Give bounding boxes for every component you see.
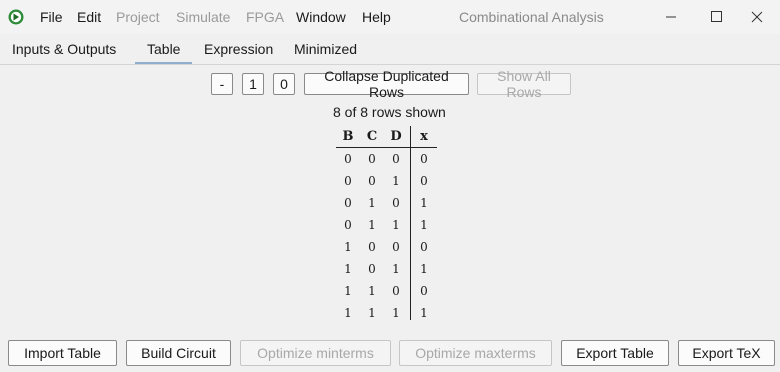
- output-value-cell[interactable]: 0: [414, 240, 434, 254]
- output-value-cell[interactable]: 1: [414, 262, 434, 276]
- input-value-cell: 0: [392, 196, 400, 210]
- input-value-cell: 1: [392, 262, 400, 276]
- input-value-cell: 0: [344, 218, 352, 232]
- set-one-button[interactable]: 1: [242, 73, 264, 95]
- input-value-cell: 1: [368, 196, 376, 210]
- input-value-cell: 1: [344, 306, 352, 320]
- truth-table: B C D x 00000010010101111000101111001111: [334, 126, 438, 320]
- input-value-cell: 1: [344, 262, 352, 276]
- menu-window[interactable]: Window: [296, 9, 346, 25]
- show-all-rows-button[interactable]: Show All Rows: [477, 68, 571, 100]
- input-value-cell: 0: [392, 240, 400, 254]
- input-value-cell: 0: [392, 284, 400, 298]
- build-circuit-button[interactable]: Build Circuit: [126, 340, 231, 366]
- output-value-cell[interactable]: 0: [414, 174, 434, 188]
- output-header-x: x: [420, 129, 428, 144]
- input-output-divider: [410, 126, 411, 320]
- input-value-cell: 0: [392, 152, 400, 166]
- selected-tab-indicator: [135, 62, 192, 64]
- output-value-cell[interactable]: 0: [414, 152, 434, 166]
- maximize-icon[interactable]: [701, 6, 731, 28]
- export-table-button[interactable]: Export Table: [561, 340, 669, 366]
- input-value-cell: 1: [392, 174, 400, 188]
- input-value-cell: 0: [344, 152, 352, 166]
- input-value-cell: 1: [344, 284, 352, 298]
- minimize-icon[interactable]: [656, 6, 686, 28]
- input-value-cell: 1: [392, 306, 400, 320]
- optimize-minterms-button[interactable]: Optimize minterms: [240, 340, 391, 366]
- tab-table[interactable]: Table: [147, 41, 180, 57]
- output-value-cell[interactable]: 1: [414, 218, 434, 232]
- input-header-d: D: [390, 129, 402, 144]
- title-bar: File Edit Project Simulate FPGA Window H…: [0, 0, 780, 34]
- window-title: Combinational Analysis: [459, 9, 604, 25]
- header-divider: [336, 147, 437, 148]
- tab-expression[interactable]: Expression: [204, 41, 273, 57]
- output-value-cell[interactable]: 0: [414, 284, 434, 298]
- input-value-cell: 0: [368, 240, 376, 254]
- menu-fpga[interactable]: FPGA: [246, 9, 284, 25]
- collapse-duplicated-rows-button[interactable]: Collapse Duplicated Rows: [304, 68, 469, 100]
- tab-inputs-outputs[interactable]: Inputs & Outputs: [12, 41, 116, 57]
- tab-bar: Inputs & Outputs Table Expression Minimi…: [0, 34, 780, 65]
- menu-project[interactable]: Project: [116, 9, 160, 25]
- input-value-cell: 0: [368, 262, 376, 276]
- output-value-cell[interactable]: 1: [414, 196, 434, 210]
- input-value-cell: 1: [392, 218, 400, 232]
- export-tex-button[interactable]: Export TeX: [678, 340, 775, 366]
- menu-simulate[interactable]: Simulate: [176, 9, 230, 25]
- logisim-app-icon: [8, 9, 24, 25]
- rows-shown-label: 8 of 8 rows shown: [333, 104, 446, 120]
- set-zero-button[interactable]: 0: [273, 73, 295, 95]
- input-header-b: B: [342, 129, 354, 144]
- input-value-cell: 1: [368, 306, 376, 320]
- menu-edit[interactable]: Edit: [77, 9, 101, 25]
- input-header-c: C: [366, 129, 378, 144]
- input-value-cell: 0: [344, 196, 352, 210]
- input-value-cell: 0: [368, 152, 376, 166]
- input-value-cell: 1: [368, 284, 376, 298]
- input-value-cell: 1: [344, 240, 352, 254]
- menu-help[interactable]: Help: [362, 9, 391, 25]
- menu-file[interactable]: File: [40, 9, 63, 25]
- output-value-cell[interactable]: 1: [414, 306, 434, 320]
- set-dont-care-button[interactable]: -: [211, 73, 233, 95]
- input-value-cell: 1: [368, 218, 376, 232]
- tab-minimized[interactable]: Minimized: [294, 41, 357, 57]
- close-icon[interactable]: [742, 6, 772, 28]
- input-value-cell: 0: [368, 174, 376, 188]
- optimize-maxterms-button[interactable]: Optimize maxterms: [399, 340, 552, 366]
- input-value-cell: 0: [344, 174, 352, 188]
- import-table-button[interactable]: Import Table: [8, 340, 117, 366]
